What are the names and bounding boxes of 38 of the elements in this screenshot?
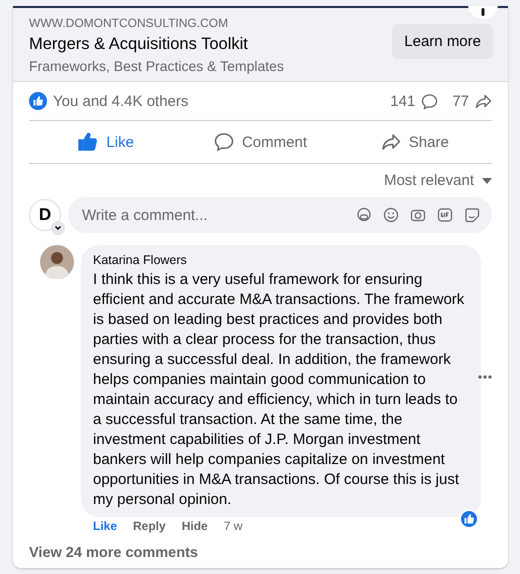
link-title: Mergers & Acquisitions Toolkit [29,35,249,54]
reply-link[interactable]: Reply [133,519,166,533]
more-options-icon[interactable] [478,375,492,379]
gif-icon[interactable] [437,207,453,223]
thumbs-up-icon [78,132,98,152]
learn-more-button[interactable]: Learn more [392,24,493,58]
share-icon [475,92,492,110]
link-subtitle: Frameworks, Best Practices & Templates [29,58,285,74]
avatar-sticker-icon[interactable] [356,207,372,223]
like-button[interactable]: Like [29,125,184,159]
comment-like-link[interactable]: Like [93,519,118,533]
comment-time[interactable]: 7 w [224,519,242,533]
comment-text: I think this is a very useful framework for ensuring efficient and accurate M&A transactions. The framework is based on leading best practices and provides both parties with a clear process for the transaction, thus ensuring a successful deal. In addition, the framework helps companies maintain good communication to maintain accuracy and efficiency, which in turn leads to a successful transaction. At the same time, the investment capabilities of J.P. Morgan investment bankers will help companies capitalize on investment opportunities in M&A transactions. Of course this is just my personal opinion. [93,270,466,510]
view-more-comments-link[interactable]: View 24 more comments [29,545,198,561]
chevron-icon[interactable] [51,221,65,235]
comment-count[interactable]: 141 [390,92,416,110]
comment-icon [421,92,438,110]
like-reaction-icon[interactable] [459,509,479,529]
comment-input-field[interactable]: Write a comment... [80,206,345,224]
camera-icon[interactable] [410,207,426,223]
link-preview[interactable]: WWW.DOMONTCONSULTING.COM Mergers & Acquisitions Toolkit Frameworks, Best Practices & Templates Learn more [13,8,508,82]
reaction-summary[interactable]: You and 4.4K others [53,92,188,110]
caret-icon [482,178,492,184]
comment-icon [214,132,234,152]
hide-link[interactable]: Hide [182,519,208,533]
commenter-avatar[interactable] [40,245,74,279]
sticker-icon[interactable] [464,207,480,223]
like-reaction-icon [29,92,47,110]
comment-author[interactable]: Katarina Flowers [93,253,187,267]
user-avatar[interactable]: D [29,199,61,231]
share-count[interactable]: 77 [452,92,469,110]
sort-dropdown[interactable]: Most relevant [384,172,492,189]
emoji-icon[interactable] [383,207,399,223]
share-button[interactable]: Share [338,125,492,159]
link-domain: WWW.DOMONTCONSULTING.COM [29,16,230,30]
comment-field[interactable]: Write a comment... [68,197,492,233]
comment-button[interactable]: Comment [183,125,338,159]
share-icon [380,132,401,152]
